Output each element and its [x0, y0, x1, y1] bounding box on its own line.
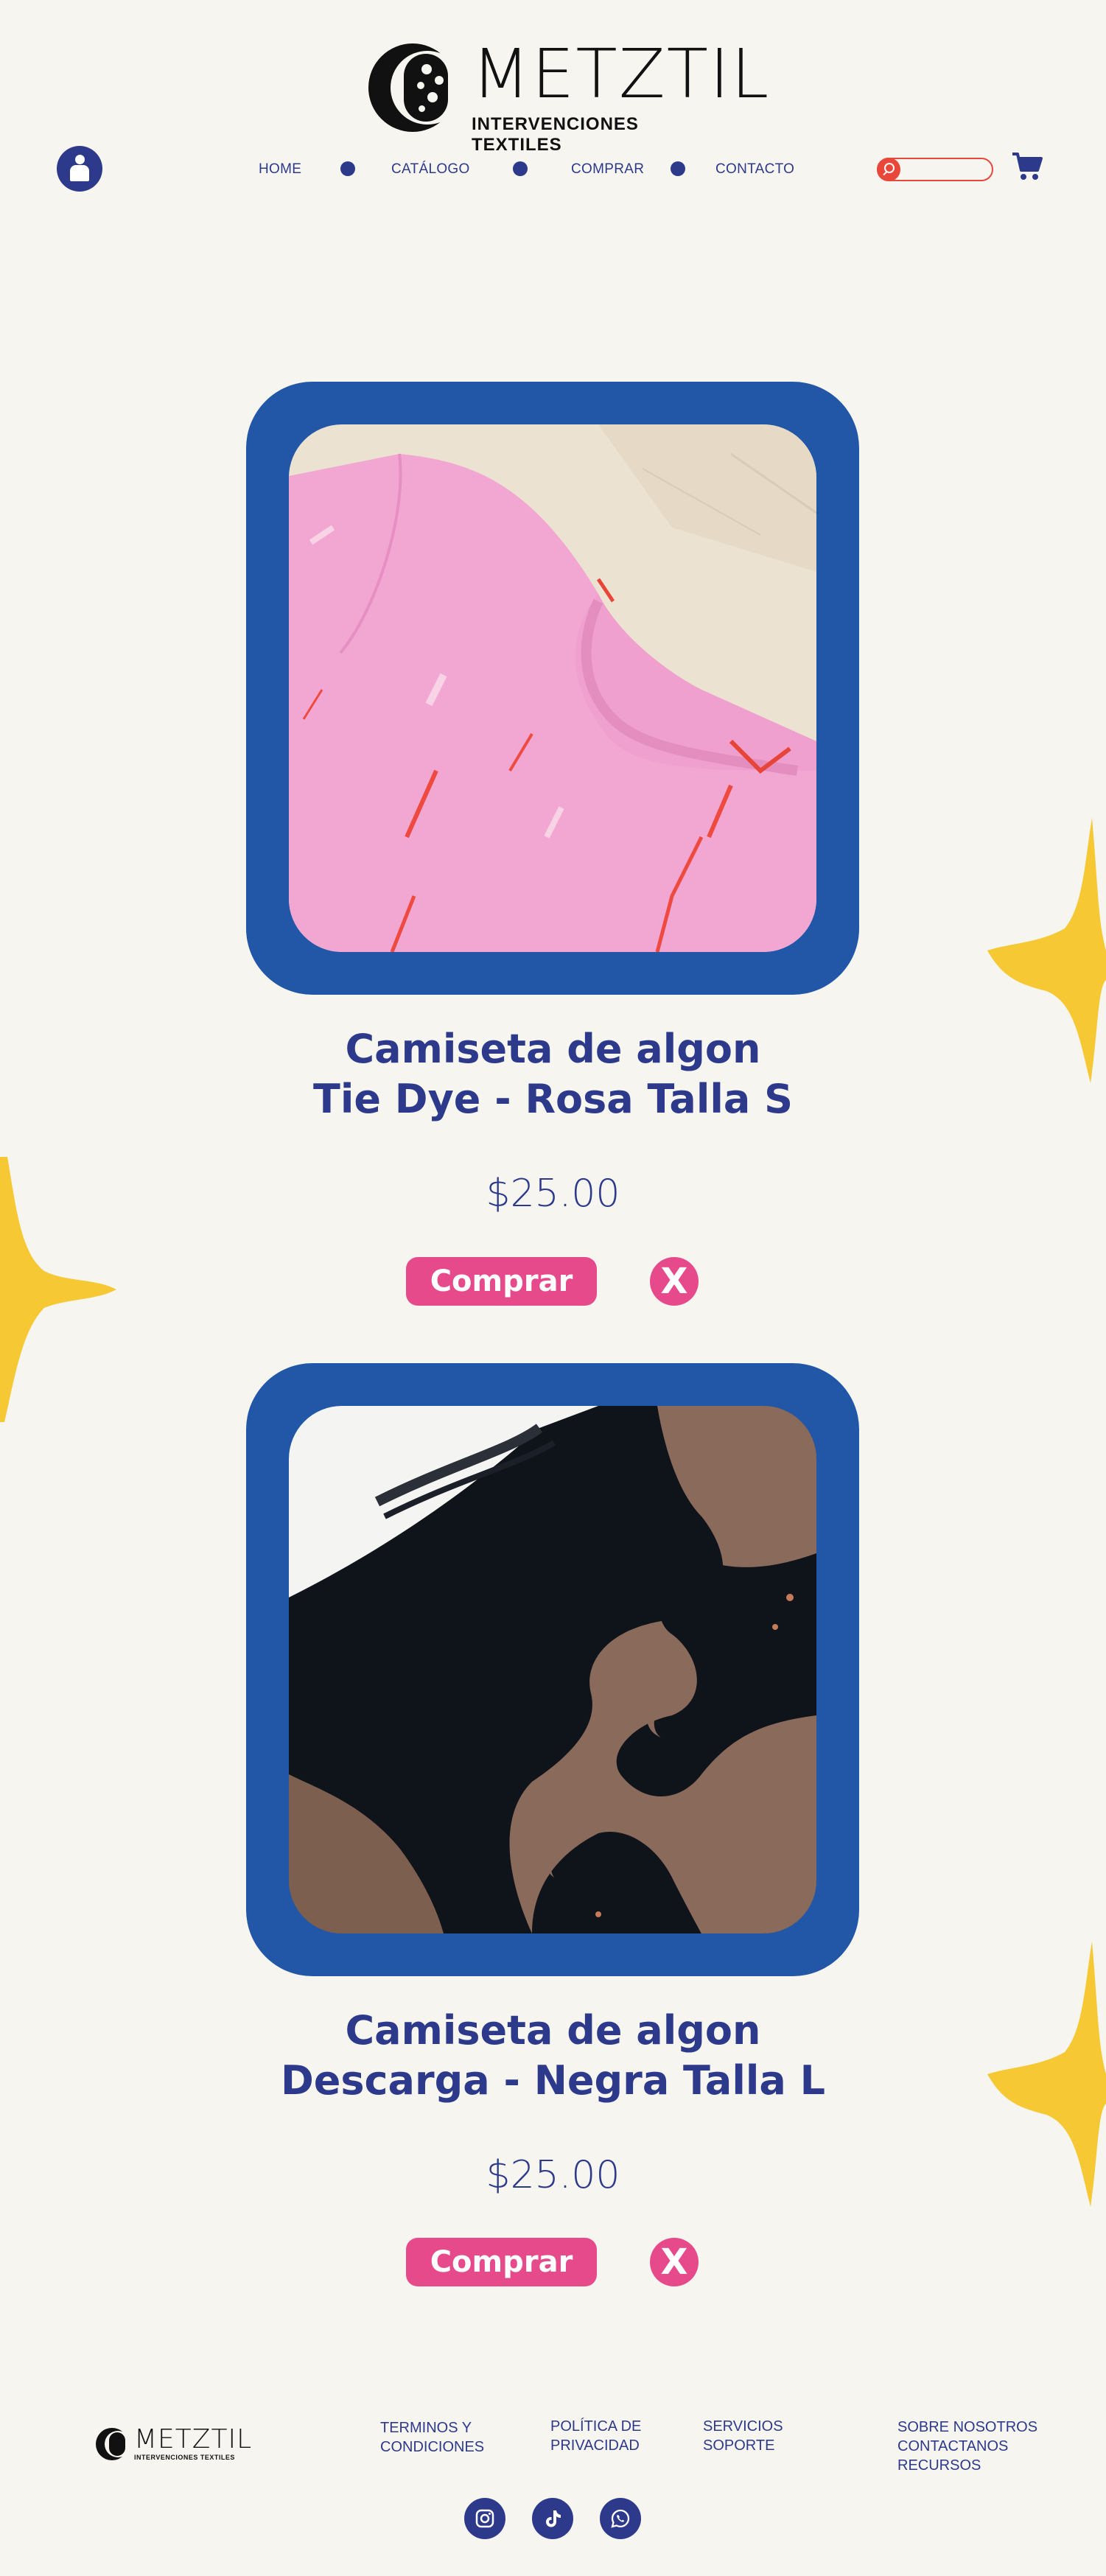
footer-brand-name: METZTIL: [134, 2424, 253, 2454]
star-decoration-icon: [987, 1942, 1106, 2207]
product-price: $25.00: [486, 1172, 620, 1216]
search-box: [877, 158, 993, 181]
moon-logo-icon: [96, 2428, 131, 2460]
nav-separator-dot: [671, 161, 685, 176]
footer-link-about[interactable]: SOBRE NOSOTROS: [897, 2418, 1037, 2437]
footer-link-privacy[interactable]: PRIVACIDAD: [550, 2436, 641, 2455]
product-title-line: Camiseta de algon: [345, 1026, 761, 1072]
instagram-icon: [475, 2509, 494, 2528]
footer-brand-tagline: INTERVENCIONES TEXTILES: [134, 2454, 235, 2461]
search-input[interactable]: [903, 161, 988, 178]
user-icon: [75, 155, 85, 164]
buy-button[interactable]: Comprar: [406, 1257, 597, 1306]
nav-separator-dot: [340, 161, 355, 176]
footer-column-about: SOBRE NOSOTROS CONTACTANOS RECURSOS: [897, 2418, 1037, 2475]
footer-link-contact[interactable]: CONTACTANOS: [897, 2437, 1037, 2456]
product-image-frame: [246, 382, 859, 995]
product-image-frame: [246, 1363, 859, 1976]
cart-icon: [1012, 153, 1043, 180]
brand-name: METZTIL: [472, 35, 771, 113]
product-photo-pink-tshirt[interactable]: [289, 424, 816, 952]
star-decoration-icon: [0, 1157, 116, 1422]
footer-link-resources[interactable]: RECURSOS: [897, 2456, 1037, 2475]
tiktok-icon: [546, 2510, 561, 2527]
user-account-button[interactable]: [57, 146, 102, 192]
footer-link-support[interactable]: SOPORTE: [703, 2436, 783, 2455]
whatsapp-button[interactable]: [600, 2498, 641, 2539]
remove-item-button[interactable]: X: [650, 1257, 699, 1306]
nav-home[interactable]: HOME: [259, 161, 301, 178]
footer-column-privacy: POLÍTICA DE PRIVACIDAD: [550, 2417, 641, 2455]
whatsapp-icon: [611, 2509, 630, 2528]
product-title: Camiseta de algon Descarga - Negra Talla…: [147, 2006, 959, 2106]
product-title: Camiseta de algon Tie Dye - Rosa Talla S: [147, 1024, 959, 1124]
footer-column-services: SERVICIOS SOPORTE: [703, 2417, 783, 2455]
star-decoration-icon: [987, 818, 1106, 1083]
brand-logo[interactable]: METZTIL INTERVENCIONES TEXTILES: [368, 41, 769, 155]
instagram-button[interactable]: [464, 2498, 505, 2539]
product-price: $25.00: [486, 2153, 620, 2197]
cart-button[interactable]: [1011, 151, 1043, 182]
footer-link-terms[interactable]: TERMINOS Y: [380, 2418, 484, 2437]
footer-link-services[interactable]: SERVICIOS: [703, 2417, 783, 2436]
product-title-line: Descarga - Negra Talla L: [280, 2057, 826, 2104]
footer-link-terms[interactable]: CONDICIONES: [380, 2437, 484, 2457]
footer-column-legal: TERMINOS Y CONDICIONES: [380, 2418, 484, 2457]
nav-contact[interactable]: CONTACTO: [715, 161, 794, 178]
tiktok-button[interactable]: [532, 2498, 573, 2539]
nav-separator-dot: [513, 161, 528, 176]
brand-tagline: INTERVENCIONES TEXTILES: [472, 114, 639, 155]
search-icon[interactable]: [877, 158, 900, 181]
product-title-line: Camiseta de algon: [345, 2007, 761, 2054]
nav-buy[interactable]: COMPRAR: [571, 161, 644, 178]
moon-logo-icon: [368, 43, 464, 132]
product-title-line: Tie Dye - Rosa Talla S: [313, 1076, 793, 1122]
footer-link-privacy[interactable]: POLÍTICA DE: [550, 2417, 641, 2436]
nav-catalog[interactable]: CATÁLOGO: [391, 161, 470, 178]
buy-button[interactable]: Comprar: [406, 2238, 597, 2286]
footer-logo[interactable]: METZTIL INTERVENCIONES TEXTILES: [96, 2426, 251, 2463]
product-photo-black-tshirt[interactable]: [289, 1406, 816, 1933]
remove-item-button[interactable]: X: [650, 2238, 699, 2286]
